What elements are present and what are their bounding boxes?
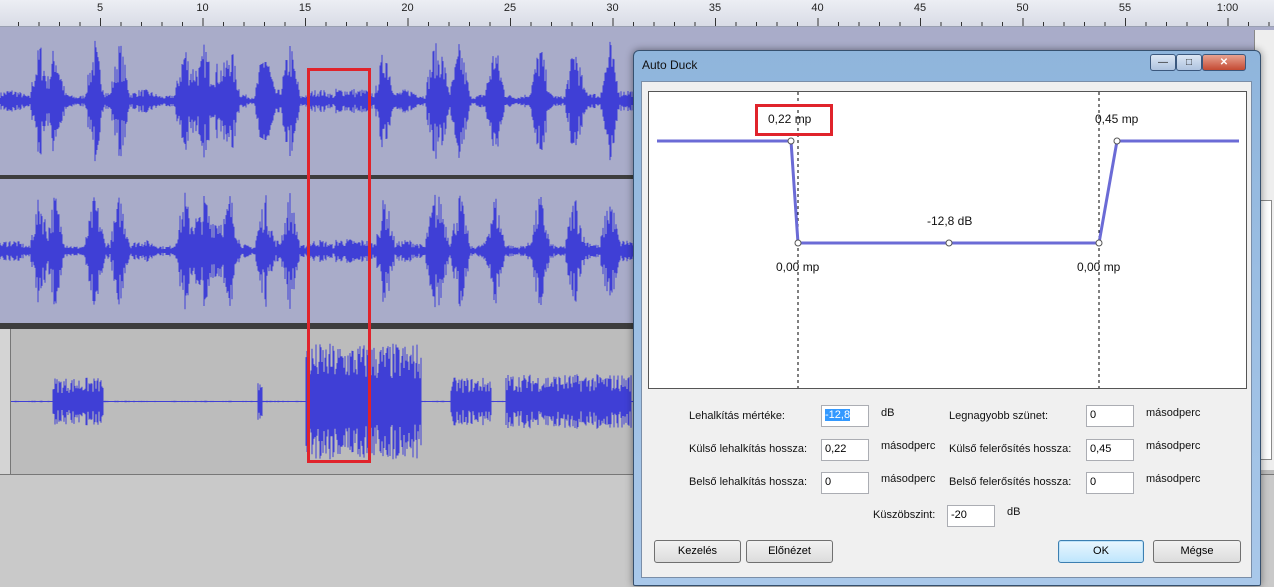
ruler-tick-label: 45 (913, 2, 927, 14)
preview-button[interactable]: Előnézet (746, 540, 833, 563)
outer-fade-down-label: Külső lehalkítás hossza: (689, 443, 808, 455)
duck-amount-unit: dB (881, 407, 895, 419)
ruler-tick-label: 15 (298, 2, 312, 14)
max-pause-unit: másodperc (1146, 407, 1201, 419)
dialog-body: 0,22 mp 0,45 mp -12,8 dB 0,00 mp 0,00 mp… (641, 81, 1252, 578)
ruler-ticks (18, 18, 1270, 26)
duck-amount-handle[interactable] (945, 239, 953, 247)
duck-amount-value: -12,8 (825, 409, 851, 421)
threshold-input[interactable]: -20 (947, 505, 995, 527)
ruler-tick-label: 40 (811, 2, 824, 14)
manage-button[interactable]: Kezelés (654, 540, 741, 563)
minimize-button[interactable]: — (1150, 54, 1176, 71)
outer-fade-out-label: 0,45 mp (1095, 112, 1139, 126)
inner-fade-out-handle[interactable] (1095, 239, 1103, 247)
inner-fade-down-label: Belső lehalkítás hossza: (689, 476, 808, 488)
inner-fade-down-input[interactable]: 0 (821, 472, 869, 494)
outer-fade-up-input[interactable]: 0,45 (1086, 439, 1134, 461)
ruler-tick-label: 5 (96, 2, 104, 14)
ruler-tick-label: 1:00 (1216, 2, 1239, 14)
inner-fade-down-unit: másodperc (881, 473, 936, 485)
outer-fade-out-handle[interactable] (1113, 137, 1121, 145)
ok-button[interactable]: OK (1058, 540, 1144, 563)
outer-fade-down-input[interactable]: 0,22 (821, 439, 869, 461)
ruler-tick-label: 55 (1118, 2, 1132, 14)
envelope-drawing (657, 92, 1239, 388)
outer-fade-down-unit: másodperc (881, 440, 936, 452)
ruler-tick-label: 25 (503, 2, 517, 14)
duck-amount-input[interactable]: -12,8 (821, 405, 869, 427)
track-2-control-strip[interactable] (0, 329, 11, 474)
ruler-tick-label: 30 (606, 2, 619, 14)
ruler-tick-label: 35 (708, 2, 722, 14)
ruler-tick-label: 10 (196, 2, 209, 14)
inner-fade-in-handle[interactable] (794, 239, 802, 247)
dialog-title: Auto Duck (642, 58, 698, 72)
inner-fade-up-label: Belső felerősítés hossza: (949, 476, 1072, 488)
duck-amount-label: -12,8 dB (927, 214, 973, 228)
max-pause-label: Legnagyobb szünet: (949, 410, 1049, 422)
outer-fade-up-label: Külső felerősítés hossza: (949, 443, 1072, 455)
auto-duck-dialog: Auto Duck — □ ✕ 0,22 mp 0,45 mp -12,8 dB… (633, 50, 1261, 586)
label-highlight-box (755, 104, 833, 136)
close-button[interactable]: ✕ (1202, 54, 1246, 71)
duck-envelope-graph[interactable]: 0,22 mp 0,45 mp -12,8 dB 0,00 mp 0,00 mp (648, 91, 1247, 389)
ruler-tick-label: 20 (401, 2, 414, 14)
timeline-ruler[interactable]: 5 10 15 20 25 30 35 40 45 50 55 1:00 (0, 0, 1274, 27)
ruler-tick-label: 50 (1016, 2, 1029, 14)
duck-amount-label-text: Lehalkítás mértéke: (689, 410, 785, 422)
maximize-button[interactable]: □ (1176, 54, 1202, 71)
inner-fade-up-unit: másodperc (1146, 473, 1201, 485)
highlight-annotation-box (307, 68, 371, 463)
max-pause-input[interactable]: 0 (1086, 405, 1134, 427)
outer-fade-in-handle[interactable] (787, 137, 795, 145)
threshold-label: Küszöbszint: (873, 509, 936, 521)
inner-fade-out-label: 0,00 mp (1077, 260, 1121, 274)
cancel-button[interactable]: Mégse (1153, 540, 1241, 563)
threshold-unit: dB (1007, 506, 1021, 518)
inner-fade-in-label: 0,00 mp (776, 260, 820, 274)
outer-fade-up-unit: másodperc (1146, 440, 1201, 452)
inner-fade-up-input[interactable]: 0 (1086, 472, 1134, 494)
